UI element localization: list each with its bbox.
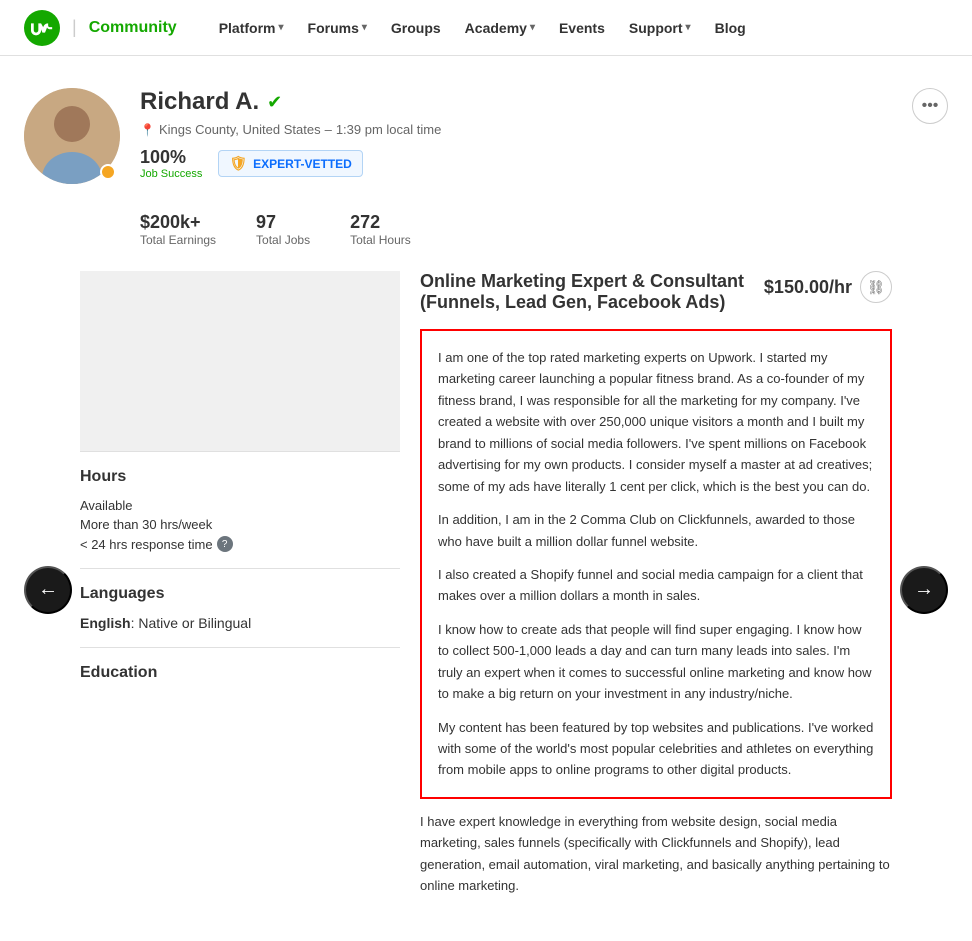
nav-blog[interactable]: Blog xyxy=(705,12,756,44)
bio-para-3: I also created a Shopify funnel and soci… xyxy=(438,564,874,607)
chevron-down-icon: ▾ xyxy=(530,22,535,33)
right-column: Online Marketing Expert & Consultant (Fu… xyxy=(420,271,892,909)
chevron-down-icon: ▾ xyxy=(686,22,691,33)
profile-info: Richard A. ✔ 📍 Kings County, United Stat… xyxy=(140,88,892,180)
stat-earnings: $200k+ Total Earnings xyxy=(140,212,216,247)
hours-section: Hours Available More than 30 hrs/week < … xyxy=(80,451,400,568)
logo-text: Community xyxy=(89,19,177,37)
name-row: Richard A. ✔ xyxy=(140,88,892,116)
hourly-rate: $150.00/hr xyxy=(764,277,852,298)
bio-para-6: I have expert knowledge in everything fr… xyxy=(420,811,892,897)
avatar xyxy=(24,88,120,184)
nav-groups[interactable]: Groups xyxy=(381,12,451,44)
job-header: Online Marketing Expert & Consultant (Fu… xyxy=(420,271,892,317)
job-success-label: Job Success xyxy=(140,168,202,180)
bio-para-4: I know how to create ads that people wil… xyxy=(438,619,874,705)
job-success: 100% Job Success xyxy=(140,147,202,180)
job-success-percent: 100% xyxy=(140,147,202,168)
more-options-button[interactable]: ••• xyxy=(912,88,948,124)
response-time: < 24 hrs response time ? xyxy=(80,536,400,552)
nav-academy[interactable]: Academy ▾ xyxy=(455,12,545,44)
languages-section: Languages English: Native or Bilingual xyxy=(80,568,400,647)
verified-badge: ✔ xyxy=(267,92,282,113)
stat-hours: 272 Total Hours xyxy=(350,212,411,247)
link-icon[interactable]: ⛓ xyxy=(860,271,892,303)
expert-vetted-badge: 🛡 EXPERT-VETTED xyxy=(218,150,362,177)
left-column: You might also want to include past acco… xyxy=(80,271,420,909)
education-section: Education xyxy=(80,647,400,710)
navbar: | Community Platform ▾ Forums ▾ Groups A… xyxy=(0,0,972,56)
main-layout: ← You might also want to include past ac… xyxy=(24,271,948,909)
online-indicator xyxy=(100,164,116,180)
bio-para-5: My content has been featured by top webs… xyxy=(438,717,874,781)
chevron-down-icon: ▾ xyxy=(278,22,283,33)
logo-icon xyxy=(24,10,60,46)
chevron-down-icon: ▾ xyxy=(362,22,367,33)
language-entry: English: Native or Bilingual xyxy=(80,615,400,631)
bio-extra: I have expert knowledge in everything fr… xyxy=(420,799,892,909)
prev-arrow-button[interactable]: ← xyxy=(24,566,72,614)
location-pin-icon: 📍 xyxy=(140,123,155,137)
job-title: Online Marketing Expert & Consultant (Fu… xyxy=(420,271,748,313)
nav-platform[interactable]: Platform ▾ xyxy=(209,12,294,44)
profile-badges: 100% Job Success 🛡 EXPERT-VETTED xyxy=(140,147,892,180)
profile-header: Richard A. ✔ 📍 Kings County, United Stat… xyxy=(24,88,948,184)
next-arrow-button[interactable]: → xyxy=(900,566,948,614)
nav-links: Platform ▾ Forums ▾ Groups Academy ▾ Eve… xyxy=(209,12,756,44)
stats-row: $200k+ Total Earnings 97 Total Jobs 272 … xyxy=(24,212,948,247)
profile-location: 📍 Kings County, United States – 1:39 pm … xyxy=(140,122,892,137)
meet-section: You might also want to include past acco… xyxy=(80,271,400,451)
bio-para-2: In addition, I am in the 2 Comma Club on… xyxy=(438,509,874,552)
bio-para-1: I am one of the top rated marketing expe… xyxy=(438,347,874,497)
stat-jobs: 97 Total Jobs xyxy=(256,212,310,247)
profile-name: Richard A. xyxy=(140,88,259,116)
shield-icon: 🛡 xyxy=(229,155,247,172)
info-icon: ? xyxy=(217,536,233,552)
bio-section: I am one of the top rated marketing expe… xyxy=(420,329,892,799)
nav-events[interactable]: Events xyxy=(549,12,615,44)
page-content: Richard A. ✔ 📍 Kings County, United Stat… xyxy=(0,56,972,941)
logo[interactable]: | Community xyxy=(24,10,177,46)
nav-support[interactable]: Support ▾ xyxy=(619,12,701,44)
nav-forums[interactable]: Forums ▾ xyxy=(298,12,377,44)
